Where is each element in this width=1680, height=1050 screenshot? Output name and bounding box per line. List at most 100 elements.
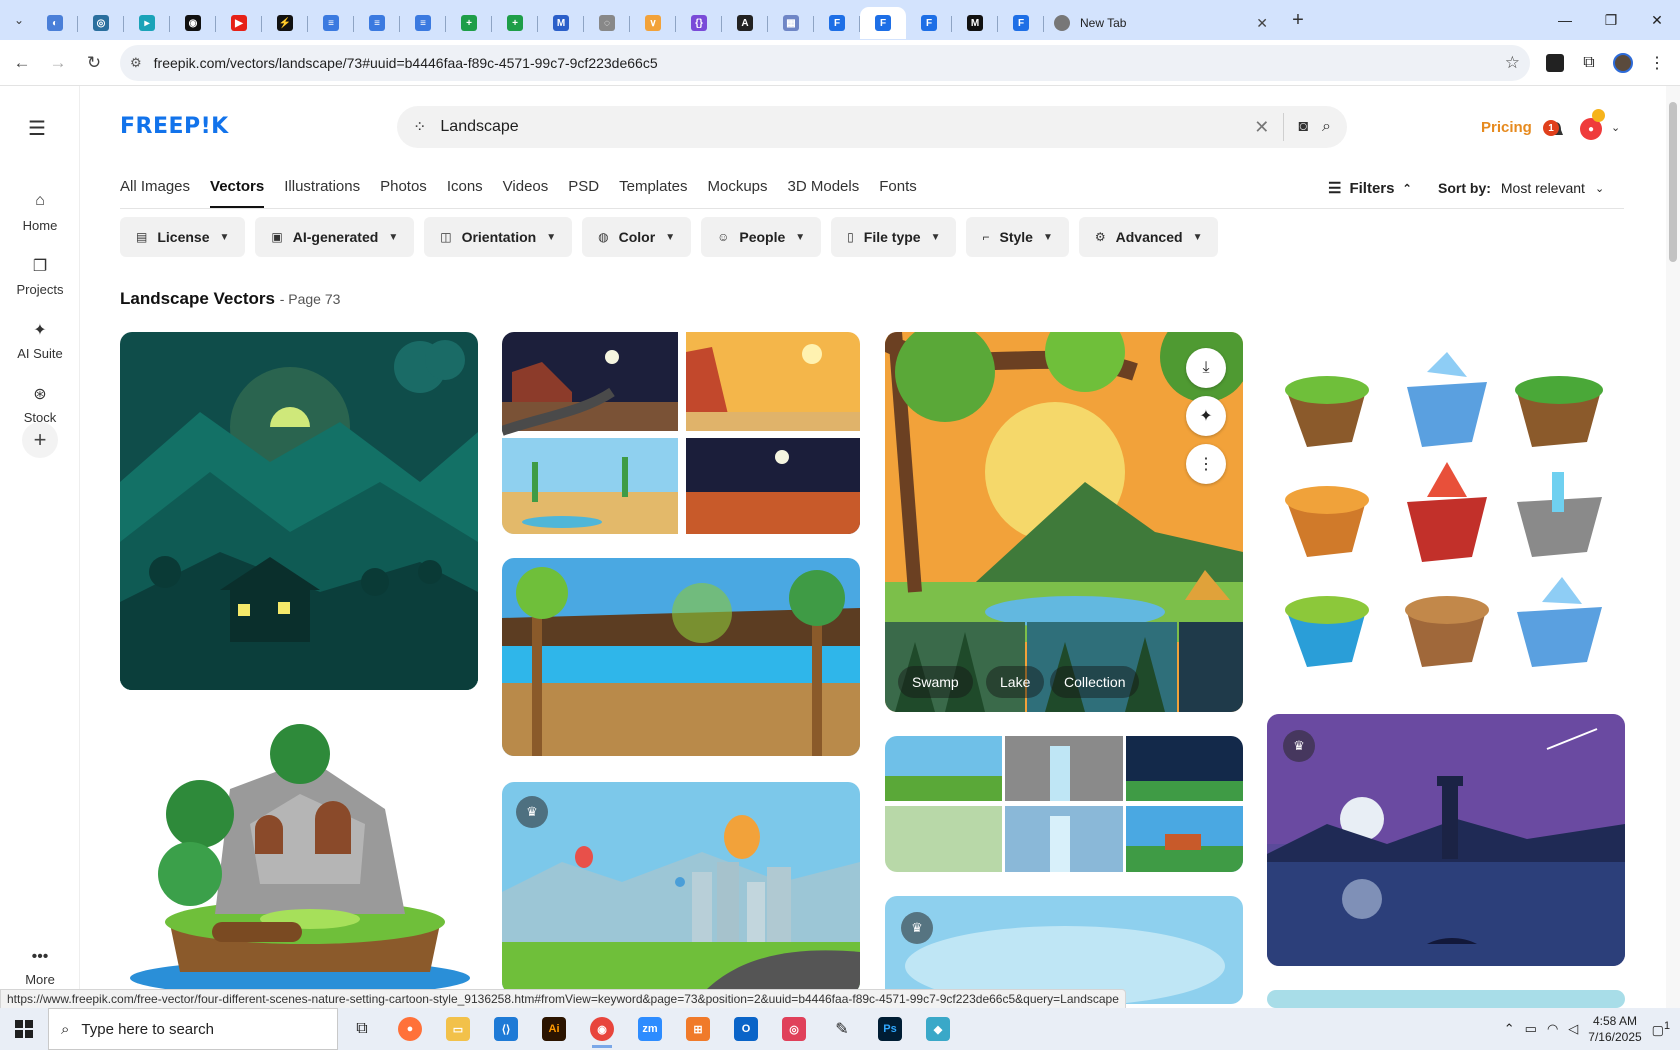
result-card[interactable]: [502, 558, 860, 756]
tab-illustrations[interactable]: Illustrations: [284, 178, 360, 208]
browser-tab[interactable]: ≡: [354, 7, 400, 39]
browser-tab[interactable]: ◐: [32, 7, 78, 39]
site-info-icon[interactable]: ⚙: [130, 55, 142, 71]
freepik-logo[interactable]: FREEP!K: [120, 114, 229, 139]
browser-tab[interactable]: ▸: [124, 7, 170, 39]
page-scrollbar[interactable]: [1666, 86, 1680, 1008]
chip-advanced[interactable]: ⚙ Advanced ▼: [1078, 217, 1219, 257]
rail-item-home[interactable]: ⌂ Home: [0, 192, 80, 233]
browser-tab[interactable]: F: [906, 7, 952, 39]
result-card[interactable]: [1267, 990, 1625, 1008]
close-window-button[interactable]: ✕: [1634, 0, 1680, 40]
chip-orientation[interactable]: ◫ Orientation ▼: [424, 217, 573, 257]
minimize-button[interactable]: —: [1542, 0, 1588, 40]
chip-file-type[interactable]: ▯ File type ▼: [831, 217, 957, 257]
result-card[interactable]: [120, 332, 478, 690]
search-type-icon[interactable]: ⁘: [413, 117, 426, 137]
zoom-icon[interactable]: zm: [626, 1008, 674, 1050]
browser-tab[interactable]: M: [538, 7, 584, 39]
file-explorer-icon[interactable]: ▭: [434, 1008, 482, 1050]
illustrator-icon[interactable]: Ai: [530, 1008, 578, 1050]
browser-menu-icon[interactable]: ⋮: [1640, 46, 1674, 80]
notification-center-icon[interactable]: ▢1: [1652, 1020, 1670, 1038]
create-plus-button[interactable]: +: [22, 422, 58, 458]
windows-start-button[interactable]: [0, 1008, 48, 1050]
tab-mockups[interactable]: Mockups: [707, 178, 767, 208]
browser-tab[interactable]: A: [722, 7, 768, 39]
result-card[interactable]: ♛: [502, 782, 860, 994]
search-input[interactable]: Landscape: [440, 118, 1240, 136]
tab-fonts[interactable]: Fonts: [879, 178, 917, 208]
tab-psd[interactable]: PSD: [568, 178, 599, 208]
chip-style[interactable]: ⌐ Style ▼: [966, 217, 1069, 257]
app-diamond-icon[interactable]: ◆: [914, 1008, 962, 1050]
tab-icons[interactable]: Icons: [447, 178, 483, 208]
chevron-down-icon[interactable]: ⌄: [1611, 121, 1620, 134]
tag-collection[interactable]: Collection: [1050, 666, 1140, 698]
clear-search-icon[interactable]: ✕: [1254, 117, 1269, 138]
outlook-icon[interactable]: O: [722, 1008, 770, 1050]
app-orange-icon[interactable]: ⊞: [674, 1008, 722, 1050]
browser-tab[interactable]: ⚡: [262, 7, 308, 39]
browser-tab[interactable]: ◉: [170, 7, 216, 39]
volume-icon[interactable]: ◁: [1568, 1021, 1578, 1037]
browser-tab[interactable]: ≡: [400, 7, 446, 39]
result-card[interactable]: ♛: [885, 896, 1243, 1004]
more-options-button[interactable]: ⋮: [1186, 444, 1226, 484]
pricing-link[interactable]: Pricing: [1481, 119, 1532, 136]
result-card[interactable]: ♛: [1267, 714, 1625, 966]
result-card[interactable]: [885, 736, 1243, 872]
scrollbar-thumb[interactable]: [1669, 102, 1677, 262]
extensions-puzzle-icon[interactable]: ⧉: [1572, 46, 1606, 80]
rail-item-ai-suite[interactable]: ✦ AI Suite: [0, 320, 80, 361]
taskbar-search[interactable]: ⌕ Type here to search: [48, 1008, 338, 1050]
firefox-icon[interactable]: ●: [386, 1008, 434, 1050]
browser-tab[interactable]: ◎: [78, 7, 124, 39]
address-bar[interactable]: ⚙ freepik.com/vectors/landscape/73#uuid=…: [120, 44, 1530, 81]
network-icon[interactable]: ▭: [1525, 1021, 1537, 1037]
result-card-hovered[interactable]: ⤓ ✦ ⋮ Swamp Lake Collection: [885, 332, 1243, 712]
chip-color[interactable]: ◍ Color ▼: [582, 217, 692, 257]
tag-swamp[interactable]: Swamp: [898, 666, 973, 698]
browser-tab-active[interactable]: F: [860, 7, 906, 39]
taskbar-clock[interactable]: 4:58 AM 7/16/2025: [1588, 1013, 1641, 1045]
chip-license[interactable]: ▤ License ▼: [120, 217, 246, 257]
reload-button[interactable]: ↻: [76, 45, 112, 81]
forward-button[interactable]: →: [40, 45, 76, 81]
browser-tab[interactable]: ≡: [308, 7, 354, 39]
browser-tab[interactable]: ▶: [216, 7, 262, 39]
wifi-icon[interactable]: ◠: [1547, 1021, 1558, 1037]
ai-edit-button[interactable]: ✦: [1186, 396, 1226, 436]
result-card[interactable]: [1267, 332, 1625, 670]
tab-vectors[interactable]: Vectors: [210, 178, 265, 208]
browser-tab[interactable]: {}: [676, 7, 722, 39]
tab-videos[interactable]: Videos: [503, 178, 549, 208]
pen-tool-icon[interactable]: ✎: [818, 1008, 866, 1050]
browser-tab[interactable]: F: [998, 7, 1044, 39]
extension-icon[interactable]: [1538, 46, 1572, 80]
creative-cloud-icon[interactable]: ◎: [770, 1008, 818, 1050]
chip-ai-generated[interactable]: ▣ AI-generated ▼: [255, 217, 415, 257]
chip-people[interactable]: ☺ People ▼: [701, 217, 822, 257]
tag-lake[interactable]: Lake: [986, 666, 1045, 698]
vscode-icon[interactable]: ⟨⟩: [482, 1008, 530, 1050]
task-view-button[interactable]: ⧉: [338, 1008, 386, 1050]
tab-photos[interactable]: Photos: [380, 178, 427, 208]
rail-item-projects[interactable]: ❐ Projects: [0, 256, 80, 297]
browser-tab[interactable]: F: [814, 7, 860, 39]
result-card[interactable]: [502, 332, 860, 534]
profile-avatar[interactable]: [1606, 46, 1640, 80]
back-button[interactable]: ←: [4, 45, 40, 81]
rail-item-stock[interactable]: ⊛ Stock: [0, 384, 80, 425]
browser-tab[interactable]: ◌: [584, 7, 630, 39]
tray-chevron-icon[interactable]: ⌃: [1504, 1021, 1515, 1037]
filters-button[interactable]: ☰ Filters ⌃: [1328, 179, 1412, 198]
browser-tab[interactable]: M: [952, 7, 998, 39]
photoshop-icon[interactable]: Ps: [866, 1008, 914, 1050]
tab-templates[interactable]: Templates: [619, 178, 687, 208]
rail-item-more[interactable]: ••• More: [0, 948, 80, 987]
close-tab-icon[interactable]: ✕: [1256, 15, 1268, 32]
download-button[interactable]: ⤓: [1186, 348, 1226, 388]
camera-icon[interactable]: ◙: [1298, 118, 1308, 136]
browser-tab[interactable]: ▦: [768, 7, 814, 39]
